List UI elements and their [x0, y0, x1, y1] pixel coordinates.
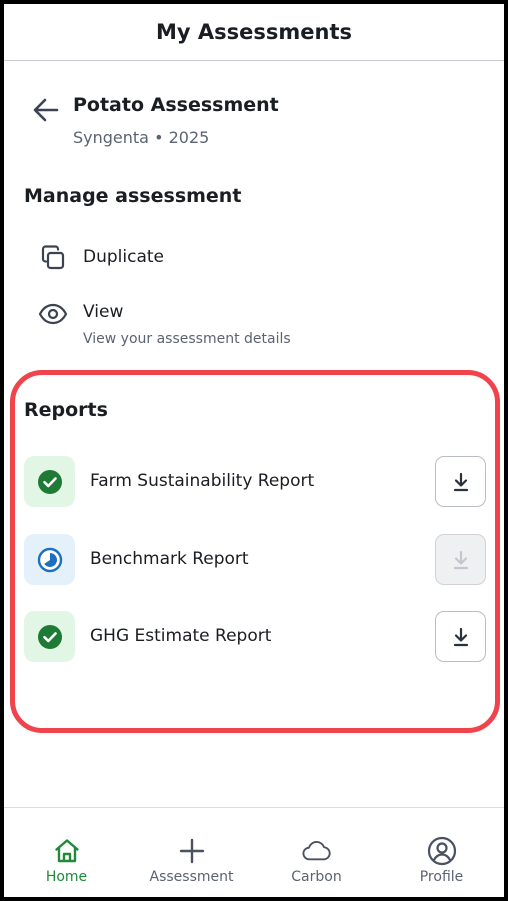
plus-icon — [177, 836, 207, 866]
download-icon — [453, 550, 468, 569]
check-circle-icon — [37, 469, 62, 494]
manage-section-title: Manage assessment — [24, 185, 242, 207]
assessment-subtitle: Syngenta • 2025 — [73, 128, 210, 147]
view-label: View — [83, 302, 124, 322]
nav-home[interactable]: Home — [4, 808, 129, 897]
arrow-left-icon — [33, 98, 59, 122]
home-icon — [52, 836, 82, 866]
top-bar: My Assessments — [4, 4, 504, 61]
eye-icon — [38, 299, 68, 329]
download-button[interactable] — [435, 611, 486, 662]
duplicate-label: Duplicate — [83, 247, 164, 267]
app-screen: My Assessments Potato Assessment Syngent… — [4, 4, 504, 897]
progress-clock-icon — [37, 547, 62, 572]
back-button[interactable] — [30, 94, 62, 126]
check-circle-icon — [37, 624, 62, 649]
report-row-farm-sustainability: Farm Sustainability Report — [24, 456, 486, 508]
status-complete-badge — [24, 456, 75, 507]
reports-section-title: Reports — [24, 399, 108, 421]
assessment-title: Potato Assessment — [73, 94, 279, 116]
download-icon — [453, 472, 468, 491]
nav-label: Carbon — [291, 869, 342, 885]
view-option[interactable]: View View your assessment details — [24, 296, 484, 356]
status-complete-badge — [24, 611, 75, 662]
bottom-nav: Home Assessment Carbon Profile — [4, 807, 504, 897]
report-label: Farm Sustainability Report — [90, 471, 315, 491]
report-label: Benchmark Report — [90, 549, 249, 569]
nav-label: Profile — [419, 869, 464, 885]
profile-icon — [427, 836, 457, 866]
download-button-disabled[interactable] — [435, 534, 486, 585]
nav-label: Home — [45, 869, 88, 885]
nav-label: Assessment — [149, 869, 234, 885]
nav-carbon[interactable]: Carbon — [254, 808, 379, 897]
nav-assessment[interactable]: Assessment — [129, 808, 254, 897]
report-label: GHG Estimate Report — [90, 626, 272, 646]
page-title: My Assessments — [155, 20, 352, 44]
download-icon — [453, 627, 468, 646]
report-row-ghg-estimate: GHG Estimate Report — [24, 611, 486, 663]
nav-profile[interactable]: Profile — [379, 808, 504, 897]
report-row-benchmark: Benchmark Report — [24, 534, 486, 586]
duplicate-option[interactable]: Duplicate — [24, 240, 484, 280]
view-description: View your assessment details — [83, 331, 291, 347]
cloud-icon — [302, 836, 332, 866]
download-button[interactable] — [435, 456, 486, 507]
copy-icon — [38, 243, 68, 273]
status-in-progress-badge — [24, 534, 75, 585]
